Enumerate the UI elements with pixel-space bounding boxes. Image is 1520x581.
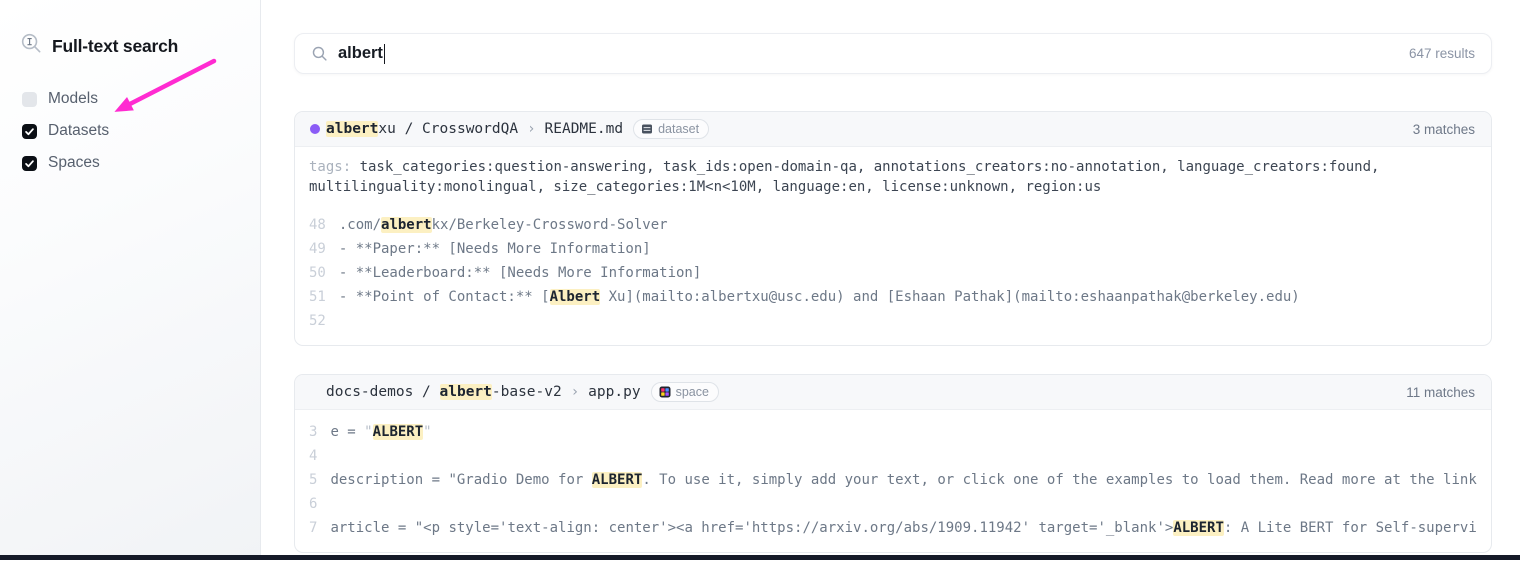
line-number: 52 bbox=[309, 309, 326, 333]
main-content: albert 647 results albertxu / CrosswordQ… bbox=[294, 33, 1492, 581]
code-line: 4 bbox=[309, 444, 1477, 468]
result-header[interactable]: albertxu / CrosswordQA › README.md dataset 3… bbox=[295, 112, 1491, 147]
search-term-highlight: albert bbox=[381, 217, 432, 233]
line-number: 50 bbox=[309, 261, 326, 285]
result-body: tags:task_categories:question-answering,… bbox=[295, 147, 1491, 345]
text-segment: " bbox=[364, 424, 372, 440]
results-list: albertxu / CrosswordQA›README.mddataset3… bbox=[294, 111, 1492, 553]
code-line: 50 - **Leaderboard:** [Needs More Informa… bbox=[309, 261, 1477, 285]
code-line: 52 bbox=[309, 309, 1477, 333]
text-segment: Xu](mailto:albertxu@usc.edu) and [Eshaan… bbox=[600, 289, 1300, 305]
line-number: 6 bbox=[309, 492, 317, 516]
text-segment: .com/ bbox=[339, 217, 381, 233]
text-segment: - **Paper:** [Needs More Information] bbox=[339, 241, 651, 257]
line-number: 51 bbox=[309, 285, 326, 309]
result-header[interactable]: docs-demos / albert-base-v2 › app.py space 1… bbox=[295, 375, 1491, 410]
match-count: 11 matches bbox=[1406, 385, 1475, 400]
bottom-bar bbox=[0, 555, 1520, 560]
chevron-right-icon: › bbox=[527, 121, 535, 137]
repo-path: docs-demos / albert-base-v2 bbox=[326, 384, 562, 400]
tags-line: tags:task_categories:question-answering,… bbox=[309, 157, 1477, 197]
line-number: 4 bbox=[309, 444, 317, 468]
text-segment: -base-v2 bbox=[492, 384, 562, 400]
result-card: docs-demos / albert-base-v2 › app.py space 1… bbox=[294, 374, 1492, 553]
line-content: - **Paper:** [Needs More Information] bbox=[339, 237, 651, 261]
text-segment: description = "Gradio Demo for bbox=[330, 472, 591, 488]
result-body: 3e = "ALBERT"45description = "Gradio Dem… bbox=[295, 410, 1491, 552]
sidebar: Full-text search ModelsDatasetsSpaces bbox=[0, 0, 261, 560]
result-card: albertxu / CrosswordQA›README.mddataset3… bbox=[294, 111, 1492, 346]
line-number: 3 bbox=[309, 420, 317, 444]
annotation-arrow bbox=[98, 48, 228, 126]
line-number: 5 bbox=[309, 468, 317, 492]
text-segment: : A Lite BERT for Self-supervise bbox=[1224, 520, 1477, 536]
text-segment: article = "<p style='text-align: center'… bbox=[330, 520, 1173, 536]
line-content: .com/albertkx/Berkeley-Crossword-Solver bbox=[339, 213, 668, 237]
text-segment: xu / CrosswordQA bbox=[378, 121, 518, 137]
line-content: description = "Gradio Demo for ALBERT. T… bbox=[330, 468, 1477, 492]
text-segment: - **Leaderboard:** [Needs More Informati… bbox=[339, 265, 701, 281]
line-content: - **Leaderboard:** [Needs More Informati… bbox=[339, 261, 701, 285]
match-count: 3 matches bbox=[1413, 122, 1475, 137]
file-name: app.py bbox=[588, 384, 640, 400]
tags-label: tags: bbox=[309, 159, 351, 175]
line-number: 7 bbox=[309, 516, 317, 540]
file-name: README.md bbox=[545, 121, 624, 137]
code-line: 7 article = "<p style='text-align: center… bbox=[309, 516, 1477, 540]
text-segment: " bbox=[423, 424, 431, 440]
tags-value: task_categories:question-answering, task… bbox=[309, 159, 1379, 195]
search-term-highlight: ALBERT bbox=[373, 424, 424, 440]
badge-label: space bbox=[676, 386, 709, 399]
space-icon bbox=[659, 386, 671, 398]
code-snippet: 48 .com/albertkx/Berkeley-Crossword-Solve… bbox=[309, 213, 1477, 333]
repo-type-badge: dataset bbox=[633, 119, 709, 139]
code-line: 51 - **Point of Contact:** [Albert Xu](ma… bbox=[309, 285, 1477, 309]
line-number: 48 bbox=[309, 213, 326, 237]
search-term-highlight: Albert bbox=[550, 289, 601, 305]
text-segment: docs-demos / bbox=[326, 384, 440, 400]
filter-models[interactable]: Models bbox=[22, 90, 98, 108]
search-input[interactable]: albert bbox=[338, 44, 1409, 64]
search-icon bbox=[311, 45, 328, 62]
filter-label: Spaces bbox=[48, 154, 100, 172]
filter-spaces[interactable]: Spaces bbox=[22, 154, 100, 172]
checked-checkbox-icon[interactable] bbox=[22, 156, 37, 171]
results-count: 647 results bbox=[1409, 46, 1475, 61]
text-segment: e = bbox=[330, 424, 364, 440]
code-line: 6 bbox=[309, 492, 1477, 516]
text-segment: . To use it, simply add your text, or cl… bbox=[642, 472, 1477, 488]
code-line: 49 - **Paper:** [Needs More Information] bbox=[309, 237, 1477, 261]
text-segment: kx/Berkeley-Crossword-Solver bbox=[432, 217, 668, 233]
search-term-highlight: albert bbox=[326, 121, 378, 137]
checked-checkbox-icon[interactable] bbox=[22, 124, 37, 139]
search-term-highlight: albert bbox=[440, 384, 492, 400]
badge-label: dataset bbox=[658, 123, 699, 136]
line-content: article = "<p style='text-align: center'… bbox=[330, 516, 1477, 540]
search-query: albert bbox=[338, 44, 383, 63]
filter-label: Models bbox=[48, 90, 98, 108]
full-text-search-icon bbox=[20, 32, 43, 60]
code-snippet: 3e = "ALBERT"45description = "Gradio Dem… bbox=[309, 420, 1477, 540]
text-cursor bbox=[384, 44, 386, 64]
line-content: e = "ALBERT" bbox=[330, 420, 431, 444]
dataset-dot-icon bbox=[310, 124, 320, 134]
text-segment: - **Point of Contact:** [ bbox=[339, 289, 550, 305]
filter-datasets[interactable]: Datasets bbox=[22, 122, 109, 140]
unchecked-checkbox-icon[interactable] bbox=[22, 92, 37, 107]
repo-path: albertxu / CrosswordQA bbox=[326, 121, 518, 137]
code-line: 3 e = "ALBERT" bbox=[309, 420, 1477, 444]
search-term-highlight: ALBERT bbox=[1173, 520, 1224, 536]
code-line: 5 description = "Gradio Demo for ALBERT. … bbox=[309, 468, 1477, 492]
repo-type-badge: space bbox=[651, 382, 719, 402]
line-content: - **Point of Contact:** [Albert Xu](mail… bbox=[339, 285, 1300, 309]
search-bar: albert 647 results bbox=[294, 33, 1492, 74]
search-term-highlight: ALBERT bbox=[592, 472, 643, 488]
code-line: 48 .com/albertkx/Berkeley-Crossword-Solve… bbox=[309, 213, 1477, 237]
dataset-icon bbox=[641, 123, 653, 135]
chevron-right-icon: › bbox=[571, 384, 579, 400]
line-number: 49 bbox=[309, 237, 326, 261]
